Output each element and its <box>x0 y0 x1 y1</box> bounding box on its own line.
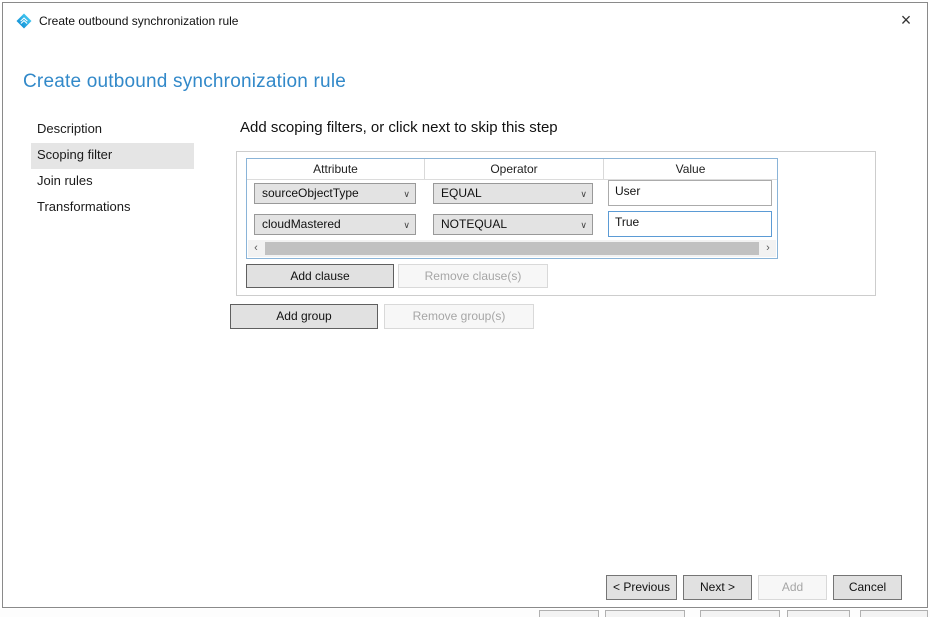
azure-ad-connect-icon <box>16 13 32 29</box>
scroll-left-icon[interactable]: ‹ <box>248 240 264 257</box>
value-input-row1[interactable]: User <box>608 180 772 206</box>
create-sync-rule-dialog: Create outbound synchronization rule × C… <box>2 2 928 608</box>
scoping-filter-table: Attribute Operator Value sourceObjectTyp… <box>246 158 778 259</box>
attribute-dropdown-value: cloudMastered <box>262 217 341 231</box>
add-group-button[interactable]: Add group <box>230 304 378 329</box>
attribute-dropdown-row1[interactable]: sourceObjectType ∨ <box>254 183 416 204</box>
attribute-dropdown-value: sourceObjectType <box>262 186 359 200</box>
horizontal-scrollbar[interactable]: ‹ › <box>248 240 776 257</box>
operator-dropdown-row2[interactable]: NOTEQUAL ∨ <box>433 214 593 235</box>
sidebar-item-join-rules[interactable]: Join rules <box>31 169 194 195</box>
background-window-button[interactable] <box>860 610 928 617</box>
background-window-strip <box>0 609 930 617</box>
attribute-dropdown-row2[interactable]: cloudMastered ∨ <box>254 214 416 235</box>
background-window-button[interactable] <box>787 610 850 617</box>
column-header-value: Value <box>604 159 777 179</box>
operator-dropdown-value: EQUAL <box>441 186 482 200</box>
previous-button[interactable]: < Previous <box>606 575 677 600</box>
scrollbar-thumb[interactable] <box>265 242 759 255</box>
chevron-down-icon: ∨ <box>403 185 410 204</box>
cancel-button[interactable]: Cancel <box>833 575 902 600</box>
filter-table-header: Attribute Operator Value <box>247 159 777 180</box>
title-bar: Create outbound synchronization rule × <box>3 3 927 39</box>
chevron-down-icon: ∨ <box>580 185 587 204</box>
wizard-steps-sidebar: Description Scoping filter Join rules Tr… <box>31 117 194 221</box>
sidebar-item-description[interactable]: Description <box>31 117 194 143</box>
operator-dropdown-row1[interactable]: EQUAL ∨ <box>433 183 593 204</box>
page-title: Create outbound synchronization rule <box>23 71 346 93</box>
add-button[interactable]: Add <box>758 575 827 600</box>
window-title: Create outbound synchronization rule <box>39 14 238 28</box>
chevron-down-icon: ∨ <box>580 216 587 235</box>
remove-clauses-button[interactable]: Remove clause(s) <box>398 264 548 288</box>
add-clause-button[interactable]: Add clause <box>246 264 394 288</box>
remove-groups-button[interactable]: Remove group(s) <box>384 304 534 329</box>
column-header-operator: Operator <box>425 159 604 179</box>
background-window-button[interactable] <box>605 610 685 617</box>
value-input-row2[interactable]: True <box>608 211 772 237</box>
sidebar-item-scoping-filter[interactable]: Scoping filter <box>31 143 194 169</box>
chevron-down-icon: ∨ <box>403 216 410 235</box>
close-icon[interactable]: × <box>893 7 919 33</box>
background-window-button[interactable] <box>539 610 599 617</box>
operator-dropdown-value: NOTEQUAL <box>441 217 507 231</box>
next-button[interactable]: Next > <box>683 575 752 600</box>
sidebar-item-transformations[interactable]: Transformations <box>31 195 194 221</box>
step-heading: Add scoping filters, or click next to sk… <box>240 119 558 136</box>
scroll-right-icon[interactable]: › <box>760 240 776 257</box>
background-window-button[interactable] <box>700 610 780 617</box>
scoping-filter-group: Attribute Operator Value sourceObjectTyp… <box>236 151 876 296</box>
column-header-attribute: Attribute <box>247 159 425 179</box>
